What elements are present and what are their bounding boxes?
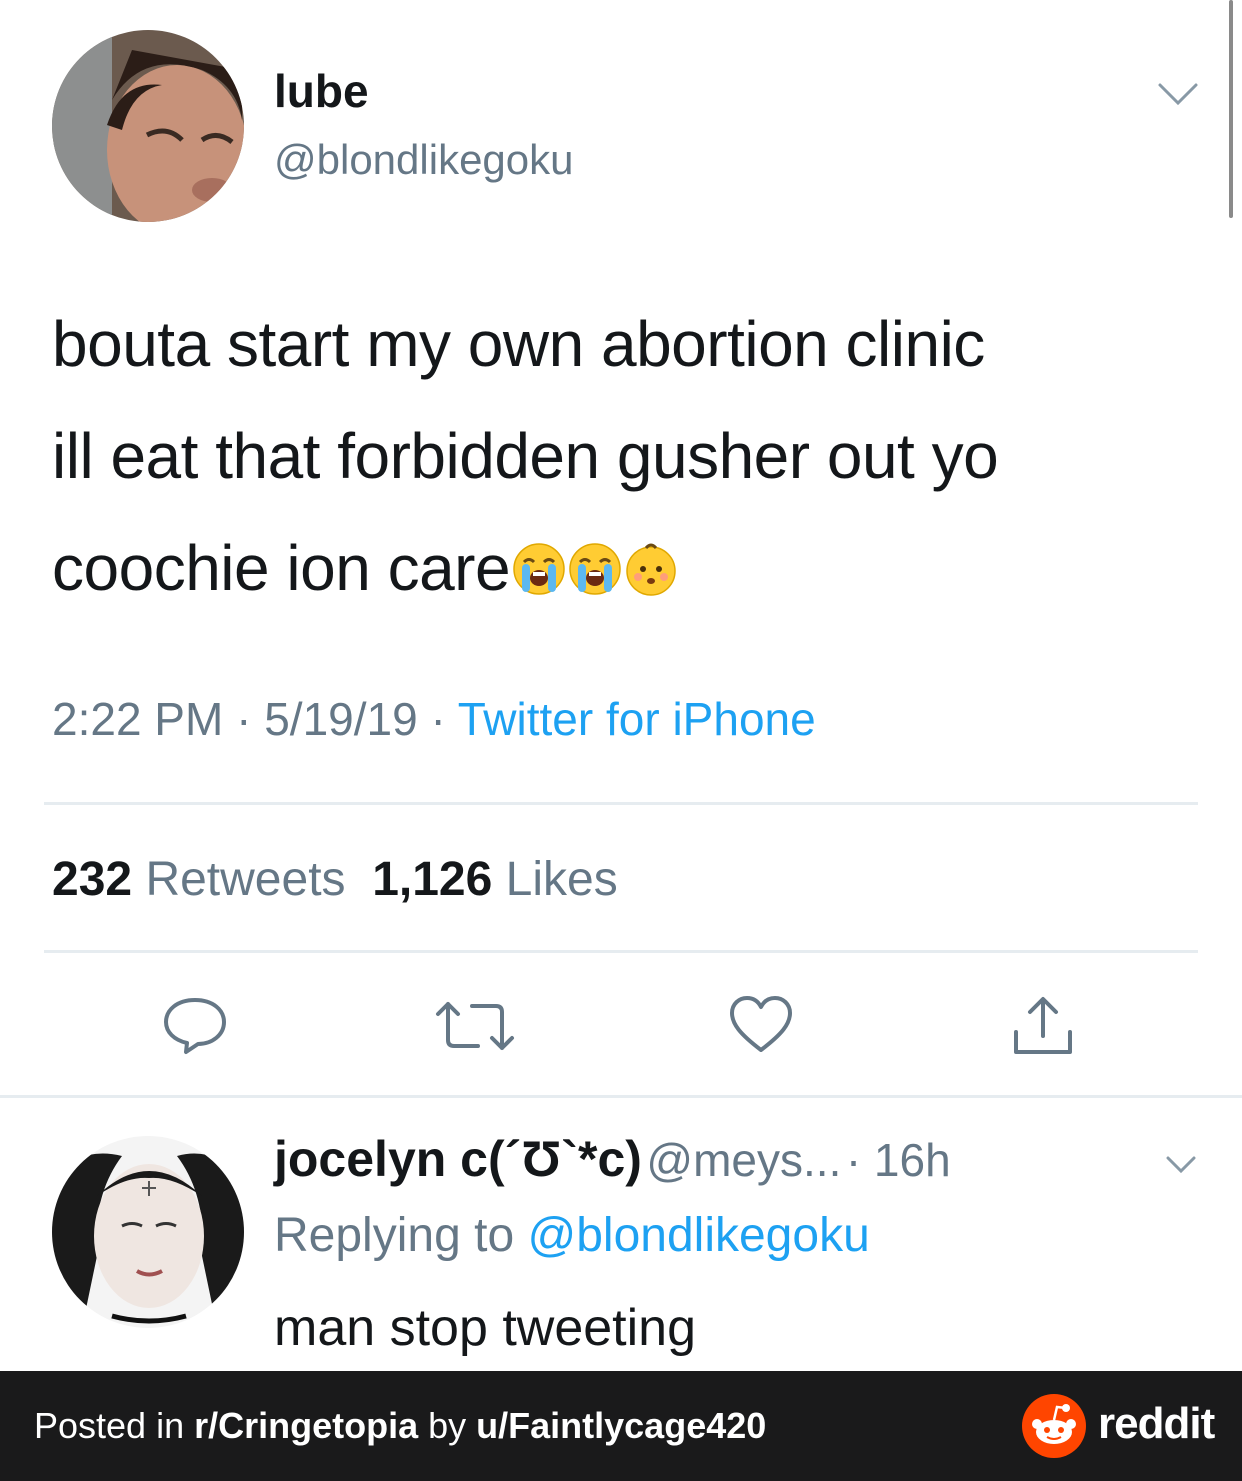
reply-icon[interactable] xyxy=(160,994,230,1061)
share-icon[interactable] xyxy=(1010,994,1076,1063)
likes-label: Likes xyxy=(505,853,618,906)
reply-text: man stop tweeting xyxy=(274,1299,697,1357)
likes-stat[interactable]: 1,126 Likes xyxy=(372,853,618,906)
loudly-crying-face-emoji xyxy=(566,532,622,604)
reddit-wordmark: reddit xyxy=(1098,1399,1215,1448)
tweet-line: ill eat that forbidden gusher out yo xyxy=(52,420,999,492)
divider xyxy=(0,1095,1242,1098)
user-handle[interactable]: @blondlikegoku xyxy=(274,136,574,184)
separator: · xyxy=(236,693,252,745)
divider xyxy=(44,802,1198,805)
separator: · xyxy=(430,693,446,745)
reddit-logo-icon xyxy=(1022,1394,1086,1463)
subreddit-link[interactable]: r/Cringetopia xyxy=(194,1405,418,1446)
reply-handle[interactable]: @meys... xyxy=(646,1134,841,1186)
avatar-image xyxy=(52,30,244,222)
display-name[interactable]: lube xyxy=(274,64,369,118)
reddit-footer: Posted in r/Cringetopia by u/Faintlycage… xyxy=(0,1371,1242,1481)
reply-header: jocelyn c(´Ʊ`*c) @meys... · 16h xyxy=(274,1130,951,1188)
reply-avatar-image xyxy=(52,1136,244,1328)
retweets-label: Retweets xyxy=(145,853,346,906)
replying-to-handle-link[interactable]: @blondlikegoku xyxy=(527,1209,869,1262)
tweet-line: bouta start my own abortion clinic xyxy=(52,308,985,380)
reply-display-name[interactable]: jocelyn c(´Ʊ`*c) xyxy=(274,1131,642,1187)
tweet-line: coochie ion care xyxy=(52,512,1212,624)
retweets-stat[interactable]: 232 Retweets xyxy=(52,853,346,906)
reply-chevron-down-icon[interactable] xyxy=(1166,1156,1196,1179)
scrollbar[interactable] xyxy=(1229,0,1233,218)
chevron-down-icon[interactable] xyxy=(1157,82,1199,113)
heart-icon[interactable] xyxy=(728,994,794,1059)
reply-age: · 16h xyxy=(845,1134,951,1186)
retweet-icon[interactable] xyxy=(434,1000,516,1057)
posted-in-text: Posted in r/Cringetopia by u/Faintlycage… xyxy=(34,1405,767,1446)
tweet-meta: 2:22 PM · 5/19/19 · Twitter for iPhone xyxy=(52,692,816,746)
loudly-crying-face-emoji xyxy=(510,532,566,604)
replying-to: Replying to @blondlikegoku xyxy=(274,1208,870,1263)
tweet-date: 5/19/19 xyxy=(264,693,418,745)
avatar[interactable] xyxy=(52,30,244,222)
tweet-time: 2:22 PM xyxy=(52,693,224,745)
baby-face-emoji xyxy=(622,532,678,604)
tweet-text: bouta start my own abortion clinic ill e… xyxy=(52,288,1212,624)
divider xyxy=(44,950,1198,953)
replying-prefix: Replying to xyxy=(274,1209,515,1262)
reply-avatar[interactable] xyxy=(52,1136,244,1328)
retweets-count: 232 xyxy=(52,853,133,906)
tweet-stats: 232 Retweets 1,126 Likes xyxy=(52,852,618,907)
user-link[interactable]: u/Faintlycage420 xyxy=(476,1405,766,1446)
likes-count: 1,126 xyxy=(372,853,493,906)
tweet-source-link[interactable]: Twitter for iPhone xyxy=(458,693,816,745)
